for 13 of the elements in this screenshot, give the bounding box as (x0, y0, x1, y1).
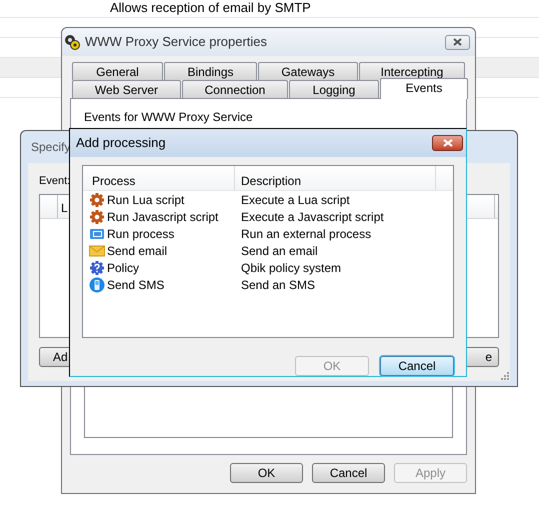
process-description: Execute a Lua script (240, 192, 350, 210)
process-description: Run an external process (240, 226, 372, 244)
process-description: Send an SMS (240, 277, 316, 294)
process-description: Send an email (240, 243, 318, 260)
row-description: Allows reception of email by SMTP (110, 0, 311, 17)
window-title: WWW Proxy Service properties (85, 33, 268, 52)
process-description: Execute a Javascript script (240, 209, 384, 226)
dialog-title: Add processing (76, 134, 166, 152)
field-label: Event: (39, 174, 70, 188)
window-title: Specify (31, 139, 70, 156)
column-header: L (60, 200, 68, 217)
process-description: Qbik policy system (240, 260, 342, 278)
section-heading: Events for WWW Proxy Service (84, 110, 254, 124)
